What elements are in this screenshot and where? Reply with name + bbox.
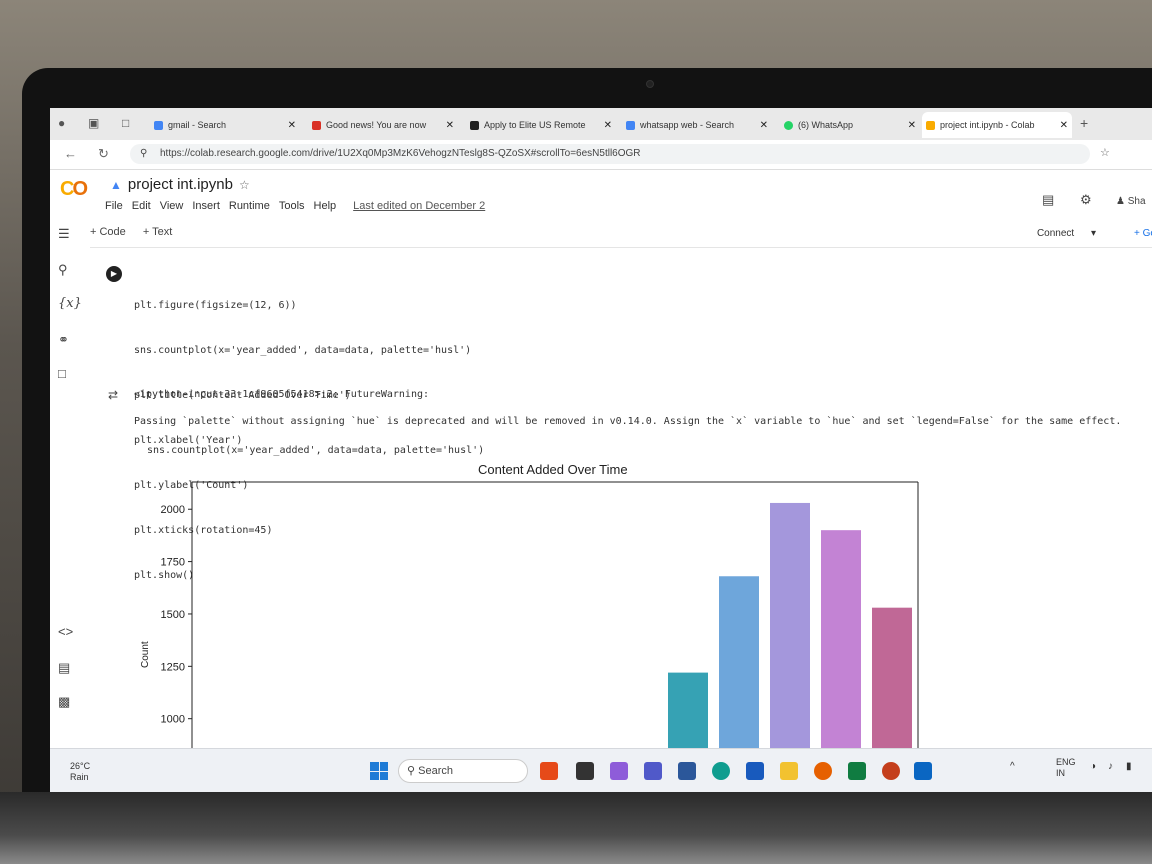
code-line: sns.countplot(x='year_added', data=data,… — [134, 345, 472, 356]
connect-button[interactable]: Connect ▾ — [1037, 228, 1096, 239]
colab-favicon-icon — [926, 120, 935, 130]
y-tick-label: 1000 — [161, 714, 185, 726]
menu-view[interactable]: View — [160, 200, 184, 212]
code-snippets-icon[interactable]: <> — [58, 624, 73, 639]
battery-icon[interactable]: ▮ — [1126, 761, 1132, 772]
variables-icon[interactable]: {x} — [58, 296, 82, 311]
run-cell-button[interactable]: ▶ — [106, 266, 122, 282]
notebook-toolbar: + Code + Text Connect ▾ + Ge — [90, 226, 1152, 248]
warning-header: <ipython-input-33-1cf9605f5418>:2: Futur… — [134, 389, 430, 400]
star-bookmark-icon[interactable]: ☆ — [1100, 146, 1110, 159]
y-tick-label: 1500 — [161, 609, 185, 621]
windows-taskbar: 26°C Rain ⚲ Search ^ ENG IN ◑ ♪ ▮ — [50, 748, 1152, 792]
drive-icon: ▲ — [110, 177, 122, 192]
file-explorer-icon[interactable] — [780, 762, 798, 780]
whatsapp-favicon-icon — [784, 120, 793, 130]
output-actions-icon[interactable]: ⇄ — [108, 388, 118, 402]
tab-whatsapp-search[interactable]: whatsapp web - Search ✕ — [622, 114, 772, 136]
menu-bar: File Edit View Insert Runtime Tools Help… — [105, 200, 485, 212]
bar-chart: 75010001250150017502000 — [161, 481, 919, 792]
notebook-title[interactable]: ▲ project int.ipynb ☆ — [110, 176, 250, 193]
excel-icon[interactable] — [848, 762, 866, 780]
menu-runtime[interactable]: Runtime — [229, 200, 270, 212]
close-tab-icon[interactable]: ✕ — [760, 120, 768, 131]
menu-help[interactable]: Help — [314, 200, 337, 212]
address-bar: ← ↻ ⚲ https://colab.research.google.com/… — [50, 140, 1152, 170]
tab-list-icon[interactable]: □ — [122, 116, 129, 130]
firefox-icon[interactable] — [814, 762, 832, 780]
gmail-favicon-icon — [312, 120, 321, 130]
menu-file[interactable]: File — [105, 200, 123, 212]
star-icon[interactable]: ☆ — [239, 178, 250, 192]
warning-message: Passing `palette` without assigning `hue… — [134, 416, 1122, 427]
laptop-base — [0, 792, 1152, 864]
search-favicon-icon — [626, 120, 635, 130]
store-icon[interactable] — [678, 762, 696, 780]
add-code-button[interactable]: + Code — [90, 226, 126, 238]
search-favicon-icon — [154, 120, 163, 130]
task-view-icon[interactable] — [576, 762, 594, 780]
y-tick-label: 2000 — [161, 504, 185, 516]
close-tab-icon[interactable]: ✕ — [908, 120, 916, 131]
terminal-icon[interactable]: ▩ — [58, 694, 70, 710]
tab-colab-active[interactable]: project int.ipynb - Colab ✕ — [922, 112, 1072, 138]
site-favicon-icon — [470, 120, 479, 130]
y-tick-label: 1250 — [161, 661, 185, 673]
search-icon[interactable]: ⚲ — [58, 262, 68, 278]
wifi-icon[interactable]: ◑ — [1090, 761, 1096, 772]
command-palette-icon[interactable]: ▤ — [58, 660, 70, 676]
tab-whatsapp[interactable]: (6) WhatsApp ✕ — [780, 114, 920, 136]
new-tab-icon[interactable]: + — [1080, 115, 1088, 131]
share-button[interactable]: ♟ Sha — [1116, 196, 1146, 207]
volume-icon[interactable]: ♪ — [1108, 761, 1113, 772]
files-folder-icon[interactable]: □ — [58, 366, 66, 381]
settings-gear-icon[interactable]: ⚙ — [1080, 192, 1092, 208]
warning-source-line: sns.countplot(x='year_added', data=data,… — [147, 445, 485, 456]
colab-logo[interactable]: CO — [60, 178, 88, 201]
linkedin-icon[interactable] — [914, 762, 932, 780]
secrets-key-icon[interactable]: ⚭ — [58, 332, 69, 348]
windows-start-icon[interactable] — [370, 762, 388, 780]
site-info-icon[interactable]: ⚲ — [140, 144, 147, 164]
show-hidden-icons-chevron-icon[interactable]: ^ — [1010, 761, 1015, 772]
side-rail: ☰ ⚲ {x} ⚭ □ <> ▤ ▩ — [50, 226, 88, 746]
add-text-button[interactable]: + Text — [143, 226, 172, 238]
comment-icon[interactable]: ▤ — [1042, 192, 1054, 208]
tab-gmail-good-news[interactable]: Good news! You are now ✕ — [308, 114, 458, 136]
reload-icon[interactable]: ↻ — [98, 146, 109, 162]
language-indicator[interactable]: ENG IN — [1056, 757, 1076, 779]
y-tick-label: 1750 — [161, 557, 185, 569]
weather-widget[interactable]: 26°C Rain — [70, 761, 90, 783]
widgets-app-icon[interactable] — [540, 762, 558, 780]
taskbar-search-input[interactable]: ⚲ Search — [398, 759, 528, 783]
tab-elite-remote[interactable]: Apply to Elite US Remote ✕ — [466, 114, 616, 136]
close-tab-icon[interactable]: ✕ — [288, 120, 296, 131]
y-axis-label: Count — [140, 641, 151, 668]
back-arrow-icon[interactable]: ← — [64, 146, 77, 161]
profile-icon[interactable]: ● — [58, 116, 65, 130]
webcam — [646, 80, 654, 88]
tab-gmail-search[interactable]: gmail - Search ✕ — [150, 114, 300, 136]
table-of-contents-icon[interactable]: ☰ — [58, 226, 70, 242]
last-edited-link[interactable]: Last edited on December 2 — [353, 200, 485, 212]
extensions-icon[interactable]: ▣ — [88, 116, 99, 130]
word-icon[interactable] — [746, 762, 764, 780]
copilot-icon[interactable] — [610, 762, 628, 780]
menu-tools[interactable]: Tools — [279, 200, 305, 212]
close-tab-icon[interactable]: ✕ — [604, 120, 612, 131]
close-tab-icon[interactable]: ✕ — [1060, 120, 1068, 131]
photo-scene: ● ▣ □ gmail - Search ✕ Good news! You ar… — [0, 0, 1152, 864]
browser-tab-strip: ● ▣ □ gmail - Search ✕ Good news! You ar… — [50, 108, 1152, 140]
gemini-button[interactable]: + Ge — [1134, 228, 1152, 239]
url-input[interactable]: ⚲ https://colab.research.google.com/driv… — [130, 144, 1090, 164]
menu-insert[interactable]: Insert — [192, 200, 220, 212]
menu-edit[interactable]: Edit — [132, 200, 151, 212]
chart-title: Content Added Over Time — [478, 462, 628, 477]
edge-browser-icon[interactable] — [712, 762, 730, 780]
code-line: plt.figure(figsize=(12, 6)) — [134, 300, 297, 311]
powerpoint-icon[interactable] — [882, 762, 900, 780]
laptop-screen: ● ▣ □ gmail - Search ✕ Good news! You ar… — [50, 108, 1152, 792]
close-tab-icon[interactable]: ✕ — [446, 120, 454, 131]
teams-icon[interactable] — [644, 762, 662, 780]
